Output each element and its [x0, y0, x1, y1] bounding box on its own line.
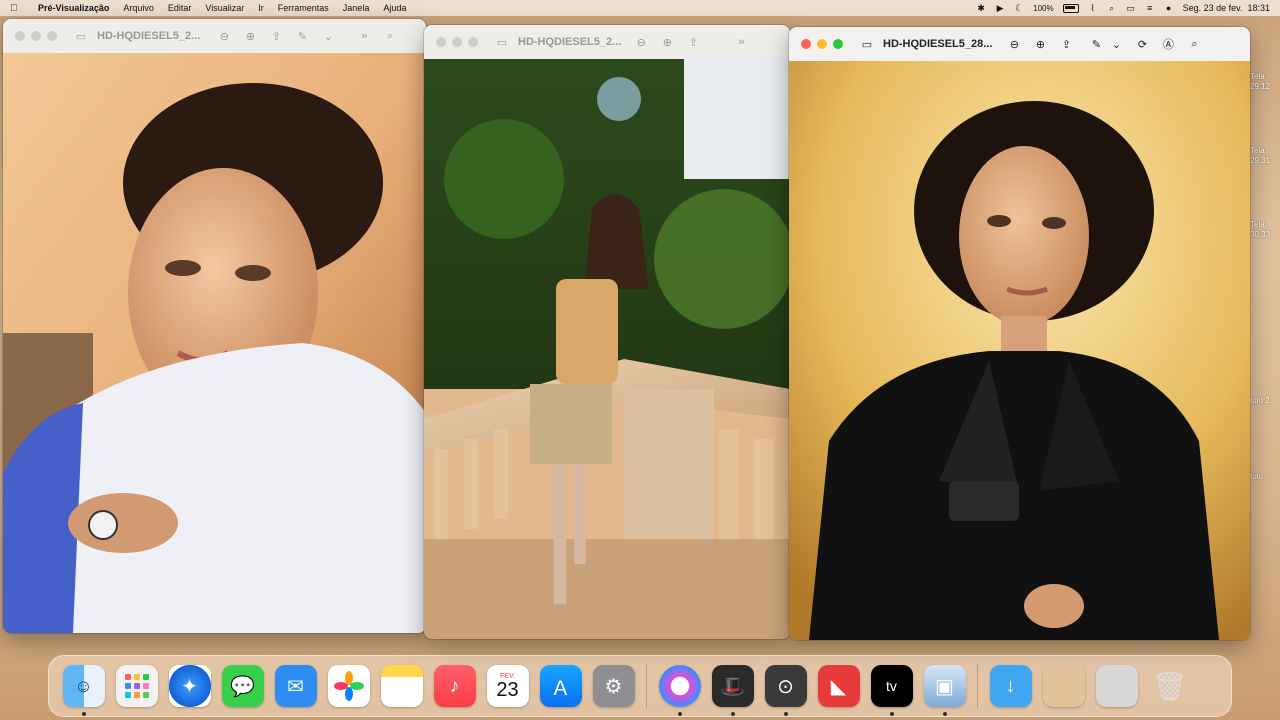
apple-tv-app-icon[interactable]: tv [870, 665, 913, 716]
markup-pen-icon[interactable]: ✎ [1086, 34, 1106, 54]
rotate-icon[interactable]: ⟳ [1132, 34, 1152, 54]
photo-black-leather-jacket [789, 61, 1250, 640]
sidebar-toggle-icon[interactable]: ▭ [71, 26, 91, 46]
battery-icon[interactable] [1062, 3, 1079, 13]
menu-editar[interactable]: Editar [168, 3, 192, 13]
close-button[interactable] [15, 31, 25, 41]
zoom-out-icon[interactable]: ⊖ [214, 26, 234, 46]
markup-pen-icon[interactable]: ✎ [292, 26, 312, 46]
music-app-icon[interactable]: ♪ [433, 665, 476, 707]
dock-separator [646, 664, 647, 708]
preview-window-1[interactable]: ▭ HD-HQDIESEL5_2... ⊖ ⊕ ⇪ ✎ ⌄ » ⌕ [3, 19, 426, 633]
zoom-out-icon[interactable]: ⊖ [631, 32, 651, 52]
downloads-folder-icon[interactable]: ↓ [989, 665, 1032, 707]
dock: ☺ ✦ 💬 ✉ ♪ FEV. 23 Ａ ⚙ ♪ 🎩 ⊙ ◣ tv ▣ ↓ 🗑 [48, 655, 1232, 717]
zoom-in-icon[interactable]: ⊕ [1030, 34, 1050, 54]
menu-arquivo[interactable]: Arquivo [123, 3, 154, 13]
menu-bar:  Pré-Visualização Arquivo Editar Visual… [0, 0, 1280, 16]
menubar-clock[interactable]: Seg. 23 de fev. 18:31 [1183, 3, 1270, 13]
search-icon[interactable]: ⌕ [1107, 3, 1117, 13]
desktop-file-label[interactable]: tulo [1250, 472, 1278, 482]
window-titlebar[interactable]: ▭ HD-HQDIESEL5_2... ⊖ ⊕ ⇪ ✎ ⌄ » ⌕ [3, 19, 426, 54]
system-settings-icon[interactable]: ⚙ [592, 665, 635, 707]
more-toolbar-icon[interactable]: » [354, 26, 374, 46]
zoom-button[interactable] [833, 39, 843, 49]
wifi-off-icon[interactable]: ⌇ [1088, 3, 1098, 13]
zoom-out-icon[interactable]: ⊖ [1004, 34, 1024, 54]
tv-label: tv [886, 678, 897, 694]
zoom-button[interactable] [47, 31, 57, 41]
desktop-file-label[interactable]: Tela 29.31 [1250, 146, 1278, 166]
desktop-file-label[interactable]: tulo 2 [1250, 396, 1278, 406]
preview-window-3[interactable]: ▭ HD-HQDIESEL5_28... ⊖ ⊕ ⇪ ✎ ⌄ ⟳ Ⓐ ⌕ [789, 27, 1250, 640]
calendar-day: 23 [496, 678, 519, 701]
preview-window-2[interactable]: ▭ HD-HQDIESEL5_2... ⊖ ⊕ ⇪ » [424, 25, 790, 639]
minimize-button[interactable] [817, 39, 827, 49]
screen-mirror-icon[interactable]: ▭ [1126, 3, 1136, 13]
sidebar-toggle-icon[interactable]: ▭ [857, 34, 877, 54]
share-icon[interactable]: ⇪ [683, 32, 703, 52]
window-title: HD-HQDIESEL5_2... [97, 30, 201, 42]
chevron-down-icon[interactable]: ⌄ [1106, 34, 1126, 54]
battery-percent: 100% [1033, 3, 1054, 13]
minimize-button[interactable] [452, 37, 462, 47]
zoom-button[interactable] [468, 37, 478, 47]
desktop-file-label[interactable]: Tela 29.12 [1250, 72, 1278, 92]
close-button[interactable] [801, 39, 811, 49]
preview-app-icon[interactable]: ▣ [923, 665, 966, 716]
window-titlebar[interactable]: ▭ HD-HQDIESEL5_28... ⊖ ⊕ ⇪ ✎ ⌄ ⟳ Ⓐ ⌕ [789, 27, 1250, 62]
photo-garden-balustrade [424, 59, 790, 639]
zoom-in-icon[interactable]: ⊕ [240, 26, 260, 46]
play-icon[interactable]: ▶ [995, 3, 1005, 13]
messages-app-icon[interactable]: 💬 [221, 665, 264, 707]
minimize-button[interactable] [31, 31, 41, 41]
zoom-in-icon[interactable]: ⊕ [657, 32, 677, 52]
desktop-file-label[interactable]: Tela 30.33 [1250, 220, 1278, 240]
bear-app-icon[interactable]: ◣ [817, 665, 860, 707]
safari-app-icon[interactable]: ✦ [168, 665, 211, 707]
menu-ajuda[interactable]: Ajuda [383, 3, 406, 13]
close-button[interactable] [436, 37, 446, 47]
launchpad-app-icon[interactable] [115, 665, 158, 707]
sidebar-toggle-icon[interactable]: ▭ [492, 32, 512, 52]
share-icon[interactable]: ⇪ [1056, 34, 1076, 54]
markup-icon[interactable]: Ⓐ [1158, 34, 1178, 54]
screenshot-stack-icon[interactable] [1095, 665, 1138, 707]
app-store-icon[interactable]: Ａ [539, 665, 582, 707]
app-menu[interactable]: Pré-Visualização [38, 3, 109, 13]
search-icon[interactable]: ⌕ [1184, 34, 1204, 54]
more-toolbar-icon[interactable]: » [731, 32, 751, 52]
dock-separator [977, 664, 978, 708]
window-title: HD-HQDIESEL5_28... [883, 38, 993, 50]
alfred-app-icon[interactable]: 🎩 [711, 665, 754, 716]
share-icon[interactable]: ⇪ [266, 26, 286, 46]
itunes-app-icon[interactable]: ♪ [658, 665, 701, 716]
photo-portrait-white-jacket [3, 53, 426, 633]
chevron-down-icon[interactable]: ⌄ [318, 26, 338, 46]
photos-app-icon[interactable] [327, 665, 370, 707]
finder-app-icon[interactable]: ☺ [62, 665, 105, 716]
camo-app-icon[interactable]: ⊙ [764, 665, 807, 716]
search-icon[interactable]: ⌕ [380, 26, 400, 46]
window-titlebar[interactable]: ▭ HD-HQDIESEL5_2... ⊖ ⊕ ⇪ » [424, 25, 790, 60]
apple-menu-icon[interactable]:  [10, 3, 24, 14]
bluetooth-icon[interactable]: ✱ [976, 3, 986, 13]
notes-app-icon[interactable] [380, 665, 423, 707]
menu-visualizar[interactable]: Visualizar [205, 3, 244, 13]
image-stack-icon[interactable] [1042, 665, 1085, 707]
menu-janela[interactable]: Janela [343, 3, 370, 13]
focus-moon-icon[interactable]: ☾ [1014, 3, 1024, 13]
control-center-icon[interactable]: ≡ [1145, 3, 1155, 13]
calendar-app-icon[interactable]: FEV. 23 [486, 665, 529, 707]
menu-ferramentas[interactable]: Ferramentas [278, 3, 329, 13]
mail-app-icon[interactable]: ✉ [274, 665, 317, 707]
siri-icon[interactable]: ● [1164, 3, 1174, 13]
menu-ir[interactable]: Ir [258, 3, 264, 13]
window-title: HD-HQDIESEL5_2... [518, 36, 622, 48]
trash-icon[interactable]: 🗑 [1149, 665, 1191, 707]
